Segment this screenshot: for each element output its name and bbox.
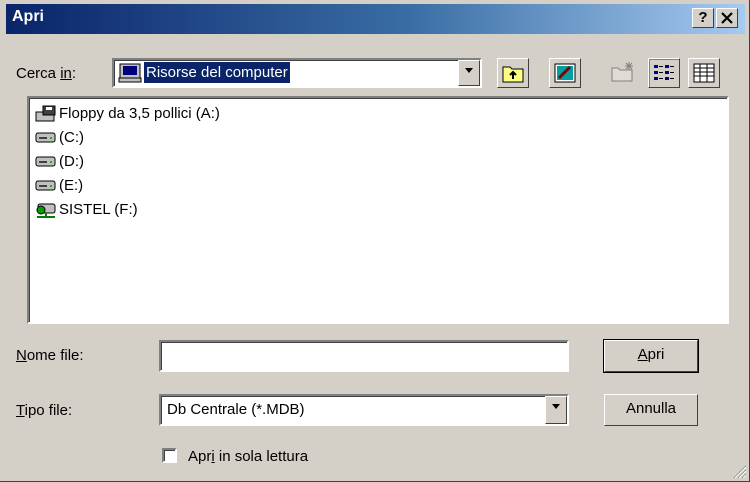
desktop-icon	[554, 63, 576, 83]
list-item[interactable]: (C:)	[35, 126, 84, 148]
list-view-icon	[654, 65, 674, 80]
floppy-drive-icon	[35, 105, 56, 122]
window-title: Apri	[12, 8, 44, 25]
hard-drive-icon	[35, 153, 56, 169]
details-view-button[interactable]	[688, 58, 720, 88]
up-one-level-button[interactable]	[497, 58, 529, 88]
new-folder-icon	[611, 62, 633, 82]
resize-grip-icon[interactable]	[733, 465, 747, 479]
file-label: Floppy da 3,5 pollici (A:)	[59, 104, 220, 122]
lookin-dropdown-button[interactable]	[458, 60, 480, 86]
network-drive-icon	[35, 201, 56, 218]
file-label: (E:)	[59, 176, 84, 194]
filetype-value: Db Centrale (*.MDB)	[167, 401, 305, 418]
readonly-label[interactable]: Apri in sola lettura	[188, 448, 308, 465]
desktop-button[interactable]	[549, 58, 581, 88]
open-button[interactable]: Apri	[603, 339, 699, 373]
list-item[interactable]: Floppy da 3,5 pollici (A:)	[35, 102, 220, 124]
filetype-dropdown-button[interactable]	[545, 396, 567, 424]
filetype-label: Tipo file:	[16, 402, 73, 419]
lookin-combo[interactable]: Risorse del computer	[112, 58, 482, 88]
file-label: (C:)	[59, 128, 84, 146]
help-button[interactable]: ?	[692, 8, 714, 28]
list-view-button[interactable]	[648, 58, 680, 88]
file-label: SISTEL (F:)	[59, 200, 138, 218]
close-button[interactable]	[716, 8, 738, 28]
details-view-icon	[693, 63, 715, 83]
file-label: (D:)	[59, 152, 84, 170]
title-bar[interactable]: Apri ?	[6, 4, 745, 34]
hard-drive-icon	[35, 129, 56, 145]
close-icon	[721, 12, 733, 24]
file-list[interactable]: Floppy da 3,5 pollici (A:) (C:) (D:) (E:…	[27, 96, 729, 324]
list-item[interactable]: SISTEL (F:)	[35, 198, 138, 220]
cancel-button[interactable]: Annulla	[604, 394, 698, 426]
hard-drive-icon	[35, 177, 56, 193]
filetype-select[interactable]: Db Centrale (*.MDB)	[159, 394, 569, 426]
list-item[interactable]: (E:)	[35, 174, 83, 196]
folder-up-icon	[502, 66, 524, 83]
readonly-checkbox[interactable]	[162, 448, 177, 463]
my-computer-icon	[118, 63, 142, 87]
open-dialog: Apri ? Cerca in: Risorse del computer Fl…	[0, 0, 750, 482]
lookin-label: Cerca in:	[16, 65, 77, 82]
filename-input[interactable]	[159, 340, 569, 372]
new-folder-button[interactable]	[607, 58, 639, 88]
lookin-value: Risorse del computer	[143, 61, 291, 84]
filename-label: Nome file:	[16, 347, 84, 364]
list-item[interactable]: (D:)	[35, 150, 84, 172]
